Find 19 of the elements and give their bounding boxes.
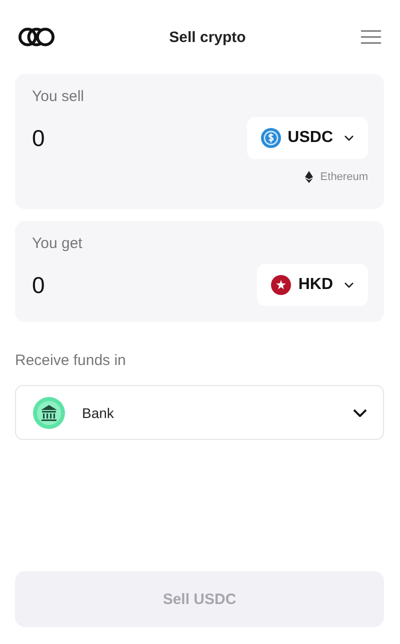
- bank-icon: [33, 396, 65, 428]
- payout-method-dropdown[interactable]: Bank: [15, 385, 384, 440]
- chevron-down-icon: [344, 135, 354, 141]
- ethereum-icon: [305, 171, 314, 183]
- card-label: You sell: [32, 88, 85, 105]
- flag-icon: [271, 275, 292, 295]
- card-label: You get: [32, 235, 84, 252]
- network-label: Ethereum: [320, 171, 368, 183]
- coin-icon: [260, 128, 281, 148]
- chevron-down-icon: [353, 408, 367, 416]
- section-label: Receive funds in: [15, 352, 127, 369]
- chevron-down-icon: [344, 282, 354, 288]
- page-title: Sell crypto: [169, 28, 246, 46]
- logo-icon: [18, 27, 55, 47]
- amount-field[interactable]: 0: [32, 272, 132, 298]
- currency-selector[interactable]: USDC: [246, 117, 368, 159]
- amount-field[interactable]: 0: [32, 124, 132, 152]
- currency-selector[interactable]: HKD: [257, 264, 368, 306]
- menu-icon[interactable]: [360, 29, 382, 45]
